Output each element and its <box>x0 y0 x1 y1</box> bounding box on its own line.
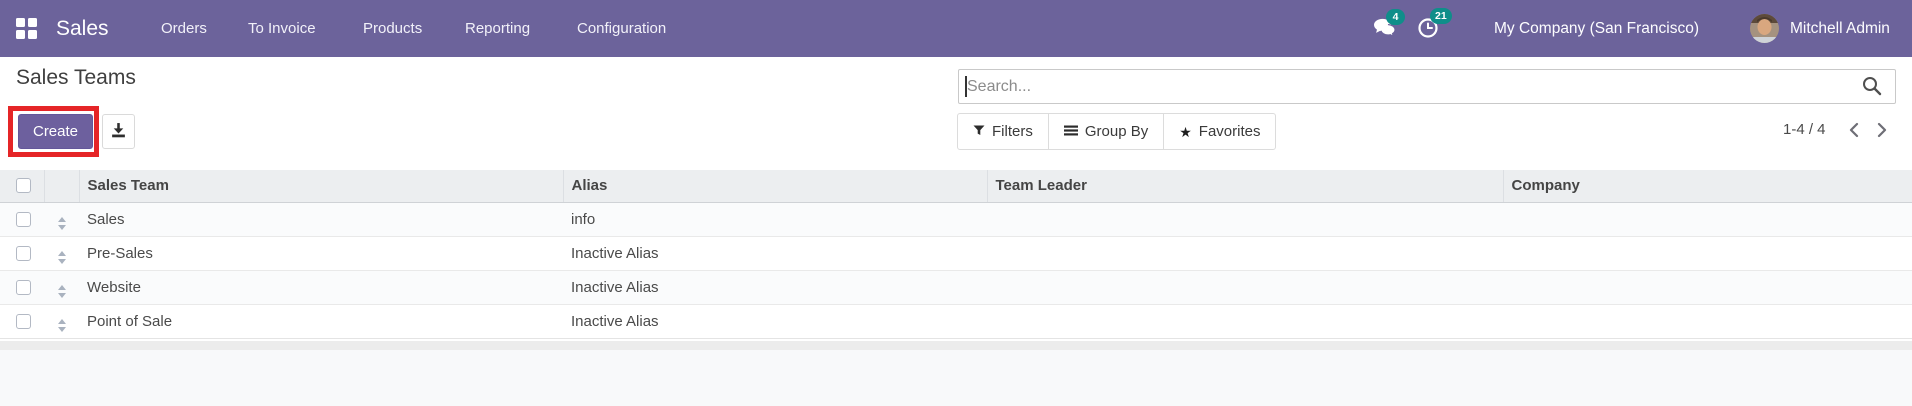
cell-sales-team: Pre-Sales <box>87 244 153 262</box>
create-button[interactable]: Create <box>18 114 93 149</box>
top-navbar: Sales Orders To Invoice Products Reporti… <box>0 0 1912 57</box>
table-row[interactable]: Pre-Sales Inactive Alias <box>0 236 1912 270</box>
avatar <box>1750 14 1779 43</box>
activities-clock-icon <box>1417 18 1440 43</box>
group-by-button[interactable]: Group By <box>1047 113 1165 150</box>
messages-count-badge: 4 <box>1386 9 1405 25</box>
table-footer-strip <box>0 341 1912 350</box>
pager-range[interactable]: 1-4 / 4 <box>1783 121 1826 138</box>
cell-sales-team: Sales <box>87 210 125 228</box>
cell-company <box>1503 202 1912 236</box>
filter-icon <box>973 123 985 140</box>
cell-alias: info <box>571 210 596 228</box>
group-by-icon <box>1063 123 1078 140</box>
activities-count-badge: 21 <box>1430 8 1452 24</box>
text-caret <box>965 76 967 97</box>
column-header-sales-team[interactable]: Sales Team <box>79 170 564 203</box>
search-bar <box>958 69 1896 104</box>
column-header-team-leader[interactable]: Team Leader <box>987 170 1504 203</box>
export-button[interactable] <box>102 114 135 149</box>
sales-teams-table: Sales Team Alias Team Leader Company Sal… <box>0 170 1912 339</box>
table-row[interactable]: Point of Sale Inactive Alias <box>0 304 1912 338</box>
search-input[interactable] <box>958 69 1896 104</box>
search-options-group: Filters Group By ★ Favorites <box>957 113 1277 150</box>
user-name: Mitchell Admin <box>1790 20 1890 37</box>
download-icon <box>110 122 127 142</box>
messages-menu[interactable]: 4 <box>1373 9 1409 43</box>
menu-item-orders[interactable]: Orders <box>161 0 207 57</box>
column-header-alias[interactable]: Alias <box>563 170 988 203</box>
drag-handle-icon[interactable] <box>57 318 66 332</box>
company-switcher[interactable]: My Company (San Francisco) <box>1494 0 1699 57</box>
table-header-row: Sales Team Alias Team Leader Company <box>0 170 1912 203</box>
cell-team-leader <box>987 270 1503 304</box>
cell-team-leader <box>987 236 1503 270</box>
cell-company <box>1503 236 1912 270</box>
apps-grid-icon[interactable] <box>16 18 37 39</box>
table-row[interactable]: Sales info <box>0 202 1912 236</box>
favorites-star-icon: ★ <box>1179 123 1192 140</box>
chevron-left-icon[interactable] <box>1845 122 1863 140</box>
chevron-right-icon[interactable] <box>1873 122 1891 140</box>
row-checkbox[interactable] <box>16 279 31 295</box>
menu-item-reporting[interactable]: Reporting <box>465 0 530 57</box>
menu-item-products[interactable]: Products <box>363 0 422 57</box>
menu-item-configuration[interactable]: Configuration <box>577 0 666 57</box>
row-checkbox[interactable] <box>16 245 31 261</box>
cell-company <box>1503 270 1912 304</box>
column-header-company[interactable]: Company <box>1503 170 1912 203</box>
table-row[interactable]: Website Inactive Alias <box>0 270 1912 304</box>
cell-team-leader <box>987 304 1503 338</box>
messages-icon <box>1373 18 1396 42</box>
cell-alias: Inactive Alias <box>571 312 659 330</box>
activities-menu[interactable]: 21 <box>1417 8 1457 43</box>
sales-teams-page: Sales Orders To Invoice Products Reporti… <box>0 0 1912 406</box>
drag-handle-icon[interactable] <box>57 216 66 230</box>
select-all-header <box>0 170 45 203</box>
drag-handle-icon[interactable] <box>57 284 66 298</box>
menu-item-to-invoice[interactable]: To Invoice <box>248 0 316 57</box>
handle-column-header <box>44 170 80 203</box>
app-brand[interactable]: Sales <box>56 0 109 57</box>
cell-company <box>1503 304 1912 338</box>
page-title: Sales Teams <box>16 66 136 89</box>
favorites-button[interactable]: ★ Favorites <box>1163 113 1277 150</box>
row-checkbox[interactable] <box>16 211 31 227</box>
cell-sales-team: Website <box>87 278 141 296</box>
cell-team-leader <box>987 202 1503 236</box>
cell-alias: Inactive Alias <box>571 244 659 262</box>
drag-handle-icon[interactable] <box>57 250 66 264</box>
cell-sales-team: Point of Sale <box>87 312 173 330</box>
cell-alias: Inactive Alias <box>571 278 659 296</box>
filters-button[interactable]: Filters <box>957 113 1049 150</box>
search-icon[interactable] <box>1860 75 1884 99</box>
content-background <box>0 350 1912 406</box>
row-checkbox[interactable] <box>16 313 31 329</box>
select-all-checkbox[interactable] <box>16 178 31 194</box>
